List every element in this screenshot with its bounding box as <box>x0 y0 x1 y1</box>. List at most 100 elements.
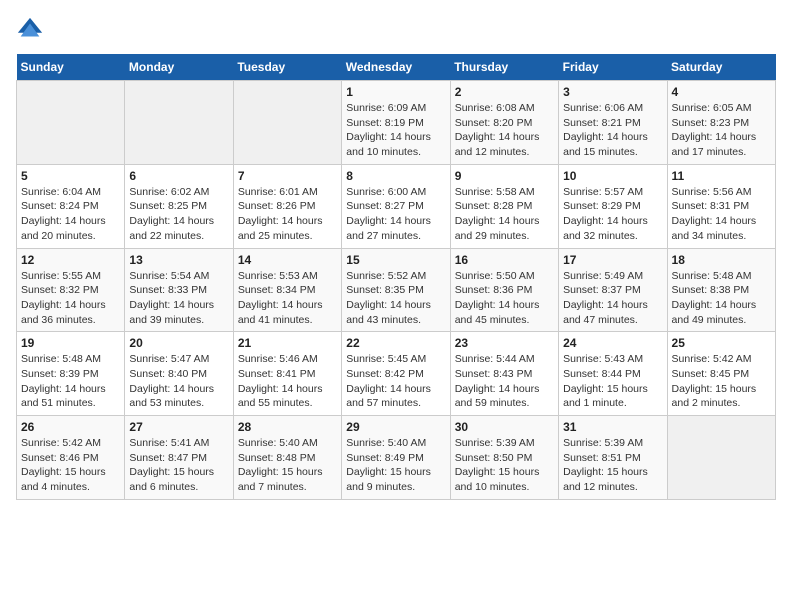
calendar-cell: 15Sunrise: 5:52 AM Sunset: 8:35 PM Dayli… <box>342 248 450 332</box>
day-info: Sunrise: 5:40 AM Sunset: 8:48 PM Dayligh… <box>238 436 337 495</box>
calendar-cell: 9 Sunrise: 5:58 AM Sunset: 8:28 PM Daylig… <box>450 164 558 248</box>
day-info: Sunrise: 5:43 AM Sunset: 8:44 PM Dayligh… <box>563 352 662 411</box>
calendar-cell: 17 Sunrise: 5:49 AM Sunset: 8:37 PM Dayli… <box>559 248 667 332</box>
day-number: 14 <box>238 253 337 267</box>
calendar-week-row: 19 Sunrise: 5:48 AM Sunset: 8:39 PM Dayli… <box>17 332 776 416</box>
day-info: Sunrise: 5:58 AM Sunset: 8:28 PM Dayligh… <box>455 185 554 244</box>
calendar-table: SundayMondayTuesdayWednesdayThursdayFrid… <box>16 54 776 500</box>
day-number: 1 <box>346 85 445 99</box>
day-info: Sunrise: 6:05 AM Sunset: 8:23 PM Dayligh… <box>672 101 771 160</box>
calendar-week-row: 26 Sunrise: 5:42 AM Sunset: 8:46 PM Dayli… <box>17 416 776 500</box>
day-info: Sunrise: 5:42 AM Sunset: 8:45 PM Dayligh… <box>672 352 771 411</box>
calendar-cell: 26 Sunrise: 5:42 AM Sunset: 8:46 PM Dayli… <box>17 416 125 500</box>
day-info: Sunrise: 5:46 AM Sunset: 8:41 PM Dayligh… <box>238 352 337 411</box>
day-number: 16 <box>455 253 554 267</box>
day-header-sunday: Sunday <box>17 54 125 81</box>
day-number: 25 <box>672 336 771 350</box>
calendar-cell: 10 Sunrise: 5:57 AM Sunset: 8:29 PM Dayli… <box>559 164 667 248</box>
calendar-cell: 5Sunrise: 6:04 AM Sunset: 8:24 PM Daylig… <box>17 164 125 248</box>
calendar-cell: 19 Sunrise: 5:48 AM Sunset: 8:39 PM Dayli… <box>17 332 125 416</box>
calendar-cell: 12 Sunrise: 5:55 AM Sunset: 8:32 PM Dayli… <box>17 248 125 332</box>
day-number: 18 <box>672 253 771 267</box>
calendar-cell <box>233 81 341 165</box>
day-info: Sunrise: 5:48 AM Sunset: 8:38 PM Dayligh… <box>672 269 771 328</box>
day-number: 13 <box>129 253 228 267</box>
day-info: Sunrise: 5:56 AM Sunset: 8:31 PM Dayligh… <box>672 185 771 244</box>
day-number: 8 <box>346 169 445 183</box>
day-info: Sunrise: 5:39 AM Sunset: 8:50 PM Dayligh… <box>455 436 554 495</box>
calendar-cell <box>125 81 233 165</box>
day-info: Sunrise: 5:49 AM Sunset: 8:37 PM Dayligh… <box>563 269 662 328</box>
calendar-cell: 29Sunrise: 5:40 AM Sunset: 8:49 PM Dayli… <box>342 416 450 500</box>
day-number: 31 <box>563 420 662 434</box>
page-header <box>16 16 776 44</box>
day-header-saturday: Saturday <box>667 54 775 81</box>
day-number: 30 <box>455 420 554 434</box>
day-info: Sunrise: 6:02 AM Sunset: 8:25 PM Dayligh… <box>129 185 228 244</box>
day-info: Sunrise: 5:52 AM Sunset: 8:35 PM Dayligh… <box>346 269 445 328</box>
day-number: 19 <box>21 336 120 350</box>
calendar-cell: 14 Sunrise: 5:53 AM Sunset: 8:34 PM Dayli… <box>233 248 341 332</box>
day-info: Sunrise: 6:04 AM Sunset: 8:24 PM Dayligh… <box>21 185 120 244</box>
day-number: 9 <box>455 169 554 183</box>
day-info: Sunrise: 5:48 AM Sunset: 8:39 PM Dayligh… <box>21 352 120 411</box>
calendar-cell: 8 Sunrise: 6:00 AM Sunset: 8:27 PM Daylig… <box>342 164 450 248</box>
calendar-cell: 21 Sunrise: 5:46 AM Sunset: 8:41 PM Dayli… <box>233 332 341 416</box>
calendar-cell: 18 Sunrise: 5:48 AM Sunset: 8:38 PM Dayli… <box>667 248 775 332</box>
day-number: 28 <box>238 420 337 434</box>
day-number: 21 <box>238 336 337 350</box>
day-number: 20 <box>129 336 228 350</box>
calendar-cell <box>17 81 125 165</box>
day-info: Sunrise: 5:54 AM Sunset: 8:33 PM Dayligh… <box>129 269 228 328</box>
day-info: Sunrise: 5:40 AM Sunset: 8:49 PM Dayligh… <box>346 436 445 495</box>
calendar-cell: 11 Sunrise: 5:56 AM Sunset: 8:31 PM Dayli… <box>667 164 775 248</box>
day-info: Sunrise: 6:06 AM Sunset: 8:21 PM Dayligh… <box>563 101 662 160</box>
day-info: Sunrise: 6:09 AM Sunset: 8:19 PM Dayligh… <box>346 101 445 160</box>
day-number: 3 <box>563 85 662 99</box>
day-number: 6 <box>129 169 228 183</box>
day-number: 26 <box>21 420 120 434</box>
calendar-cell: 13 Sunrise: 5:54 AM Sunset: 8:33 PM Dayli… <box>125 248 233 332</box>
calendar-week-row: 5Sunrise: 6:04 AM Sunset: 8:24 PM Daylig… <box>17 164 776 248</box>
day-number: 24 <box>563 336 662 350</box>
day-info: Sunrise: 6:01 AM Sunset: 8:26 PM Dayligh… <box>238 185 337 244</box>
calendar-cell: 27 Sunrise: 5:41 AM Sunset: 8:47 PM Dayli… <box>125 416 233 500</box>
day-number: 11 <box>672 169 771 183</box>
day-info: Sunrise: 5:42 AM Sunset: 8:46 PM Dayligh… <box>21 436 120 495</box>
calendar-cell: 30 Sunrise: 5:39 AM Sunset: 8:50 PM Dayli… <box>450 416 558 500</box>
day-info: Sunrise: 5:55 AM Sunset: 8:32 PM Dayligh… <box>21 269 120 328</box>
day-info: Sunrise: 5:57 AM Sunset: 8:29 PM Dayligh… <box>563 185 662 244</box>
calendar-cell: 23Sunrise: 5:44 AM Sunset: 8:43 PM Dayli… <box>450 332 558 416</box>
calendar-cell: 31Sunrise: 5:39 AM Sunset: 8:51 PM Dayli… <box>559 416 667 500</box>
calendar-header-row: SundayMondayTuesdayWednesdayThursdayFrid… <box>17 54 776 81</box>
day-number: 10 <box>563 169 662 183</box>
calendar-cell <box>667 416 775 500</box>
calendar-cell: 24 Sunrise: 5:43 AM Sunset: 8:44 PM Dayli… <box>559 332 667 416</box>
day-number: 27 <box>129 420 228 434</box>
day-info: Sunrise: 5:53 AM Sunset: 8:34 PM Dayligh… <box>238 269 337 328</box>
day-info: Sunrise: 6:08 AM Sunset: 8:20 PM Dayligh… <box>455 101 554 160</box>
calendar-cell: 25 Sunrise: 5:42 AM Sunset: 8:45 PM Dayli… <box>667 332 775 416</box>
calendar-cell: 28 Sunrise: 5:40 AM Sunset: 8:48 PM Dayli… <box>233 416 341 500</box>
day-header-friday: Friday <box>559 54 667 81</box>
day-info: Sunrise: 6:00 AM Sunset: 8:27 PM Dayligh… <box>346 185 445 244</box>
logo-icon <box>16 16 44 44</box>
day-number: 12 <box>21 253 120 267</box>
day-info: Sunrise: 5:47 AM Sunset: 8:40 PM Dayligh… <box>129 352 228 411</box>
day-number: 23 <box>455 336 554 350</box>
calendar-cell: 20 Sunrise: 5:47 AM Sunset: 8:40 PM Dayli… <box>125 332 233 416</box>
calendar-cell: 7 Sunrise: 6:01 AM Sunset: 8:26 PM Daylig… <box>233 164 341 248</box>
day-header-thursday: Thursday <box>450 54 558 81</box>
day-number: 7 <box>238 169 337 183</box>
calendar-week-row: 12 Sunrise: 5:55 AM Sunset: 8:32 PM Dayli… <box>17 248 776 332</box>
calendar-cell: 3 Sunrise: 6:06 AM Sunset: 8:21 PM Daylig… <box>559 81 667 165</box>
calendar-week-row: 1 Sunrise: 6:09 AM Sunset: 8:19 PM Daylig… <box>17 81 776 165</box>
day-header-wednesday: Wednesday <box>342 54 450 81</box>
day-number: 17 <box>563 253 662 267</box>
calendar-cell: 16 Sunrise: 5:50 AM Sunset: 8:36 PM Dayli… <box>450 248 558 332</box>
day-info: Sunrise: 5:50 AM Sunset: 8:36 PM Dayligh… <box>455 269 554 328</box>
logo <box>16 16 48 44</box>
calendar-cell: 2Sunrise: 6:08 AM Sunset: 8:20 PM Daylig… <box>450 81 558 165</box>
day-number: 4 <box>672 85 771 99</box>
day-info: Sunrise: 5:41 AM Sunset: 8:47 PM Dayligh… <box>129 436 228 495</box>
